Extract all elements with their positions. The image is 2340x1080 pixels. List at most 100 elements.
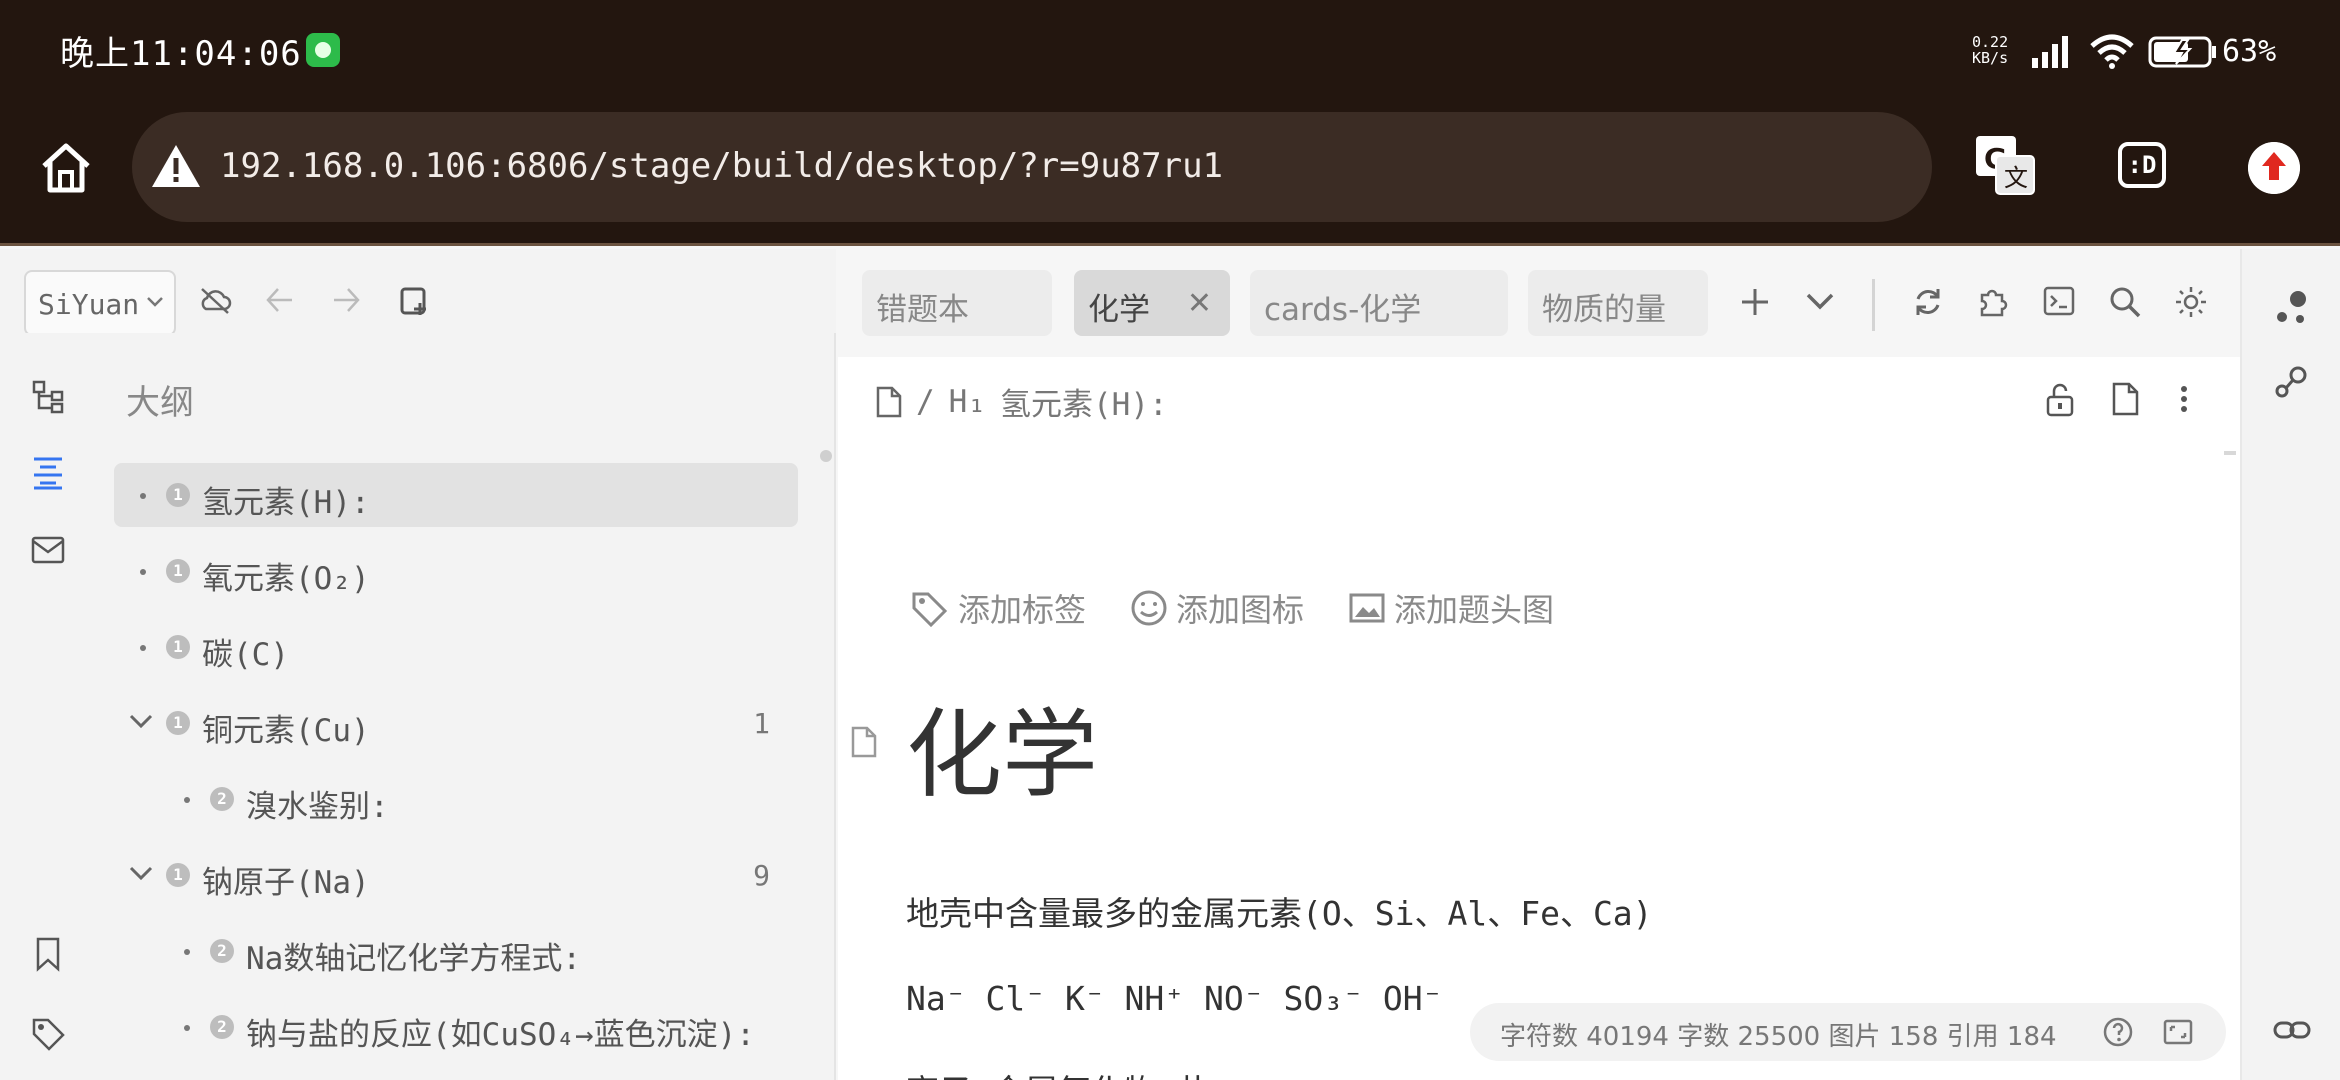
add-icon-button[interactable]: 添加图标: [1130, 585, 1304, 631]
new-doc-icon[interactable]: [398, 285, 430, 317]
close-icon[interactable]: ✕: [1187, 286, 1212, 321]
sync-icon[interactable]: [1912, 285, 1944, 319]
outline-item[interactable]: 2 钠与盐的反应(如CuSO₄→蓝色沉淀):: [114, 995, 798, 1059]
add-tag-label: 添加标签: [958, 591, 1087, 629]
url-text[interactable]: 192.168.0.106:6806/stage/build/desktop/?…: [220, 146, 1223, 186]
more-vertical-icon[interactable]: [2178, 381, 2190, 417]
tab-label: 物质的量: [1542, 292, 1666, 328]
chevron-down-icon[interactable]: [1804, 289, 1836, 313]
file-tree-icon[interactable]: [27, 375, 69, 417]
outline-item-label: 碳(C): [202, 637, 289, 673]
graph-view-icon[interactable]: [2272, 287, 2312, 327]
outline-item-label: Na数轴记忆化学方程式:: [246, 941, 581, 977]
outline-item-label: 氢元素(H):: [202, 485, 370, 521]
bookmark-icon[interactable]: [27, 933, 69, 975]
chevron-down-icon[interactable]: [128, 711, 154, 731]
panel-resize-handle[interactable]: [820, 450, 832, 462]
image-icon: [1349, 593, 1385, 623]
breadcrumb-heading-level: H₁: [948, 383, 986, 420]
outline-item[interactable]: 1 铜元素(Cu) 1: [114, 691, 798, 755]
plus-icon[interactable]: [1738, 285, 1772, 319]
breadcrumb-separator: /: [916, 383, 935, 420]
chevron-down-icon: [147, 297, 163, 307]
battery-percent: 63%: [2222, 34, 2277, 69]
status-counts: 字符数 40194 字数 25500 图片 158 引用 184: [1470, 1003, 2226, 1061]
back-arrow-icon[interactable]: [264, 285, 296, 315]
doc-icon[interactable]: [850, 725, 878, 759]
outline-item[interactable]: 1 氢元素(H):: [114, 463, 798, 527]
right-dock: [2240, 249, 2340, 1080]
terminal-icon[interactable]: [2042, 285, 2076, 317]
doc-actions: 添加标签 添加图标 添加题头图: [910, 585, 1554, 631]
outline-item-count: 1: [753, 707, 770, 740]
network-speed-unit: KB/s: [1972, 49, 2009, 67]
search-icon[interactable]: [2108, 285, 2142, 319]
emoji-icon: [1131, 590, 1167, 626]
help-icon[interactable]: [2102, 1016, 2134, 1048]
paragraph[interactable]: 地壳中含量最多的金属元素(O、Si、Al、Fe、Ca): [906, 887, 1653, 935]
outline-item[interactable]: 1 钠原子(Na) 9: [114, 843, 798, 907]
workspace-select[interactable]: SiYuan: [24, 270, 176, 336]
outline-item-count: 9: [753, 859, 770, 892]
fullscreen-icon[interactable]: [2162, 1016, 2194, 1048]
add-cover-button[interactable]: 添加题头图: [1348, 585, 1554, 631]
wifi-icon: [2090, 34, 2134, 69]
cloud-off-icon[interactable]: [198, 285, 232, 315]
tab-item-active[interactable]: 化学 ✕: [1074, 270, 1230, 336]
bullet-dot: [184, 949, 190, 955]
outline-item-label: 铜元素(Cu): [202, 713, 370, 749]
address-bar[interactable]: 192.168.0.106:6806/stage/build/desktop/?…: [132, 112, 1932, 222]
forward-arrow-icon[interactable]: [330, 285, 362, 315]
add-icon-label: 添加图标: [1176, 591, 1305, 629]
heading-level-badge: 2: [210, 1015, 234, 1039]
editor-scroll-indicator: [2224, 451, 2236, 455]
tag-icon[interactable]: [27, 1013, 69, 1055]
outline-item[interactable]: 1 氧元素(O₂): [114, 539, 798, 603]
paragraph[interactable]: Na⁻ Cl⁻ K⁻ NH⁺ NO⁻ SO₃⁻ OH⁻: [906, 979, 1442, 1018]
tag-icon: [912, 592, 948, 628]
extension-button[interactable]: :D: [2118, 142, 2166, 188]
breadcrumb: / H₁ 氢元素(H):: [874, 379, 1168, 424]
outline-item[interactable]: 1 碳(C): [114, 615, 798, 679]
outline-icon[interactable]: [27, 451, 69, 493]
tab-item[interactable]: 错题本: [862, 270, 1052, 336]
outline-item-label: 溴水鉴别:: [246, 789, 389, 825]
doc-info-icon[interactable]: [2110, 381, 2140, 417]
signal-icon: [2032, 36, 2068, 68]
inbox-icon[interactable]: [27, 529, 69, 571]
outline-item[interactable]: 2 Na数轴记忆化学方程式:: [114, 919, 798, 983]
heading-level-badge: 2: [210, 939, 234, 963]
unlock-icon[interactable]: [2044, 381, 2076, 417]
heading-level-badge: 2: [210, 787, 234, 811]
theme-sun-icon[interactable]: [2174, 285, 2208, 319]
tab-item[interactable]: cards-化学: [1250, 270, 1508, 336]
doc-title[interactable]: 化学: [906, 677, 1098, 816]
bullet-dot: [184, 1025, 190, 1031]
doc-stats: 字符数 40194 字数 25500 图片 158 引用 184: [1500, 1022, 2057, 1052]
tab-bar: 错题本 化学 ✕ cards-化学 物质的量: [838, 249, 2240, 357]
global-graph-icon[interactable]: [2272, 363, 2312, 403]
tab-item[interactable]: 物质的量: [1528, 270, 1708, 336]
plugin-icon[interactable]: [1976, 285, 2010, 319]
heading-level-badge: 1: [166, 635, 190, 659]
home-icon[interactable]: [38, 140, 94, 196]
outline-title: 大纲: [126, 383, 194, 423]
svg-text:文: 文: [2004, 164, 2028, 192]
paragraph[interactable]: 离子 金属氧化物 盐: [906, 1065, 1210, 1080]
add-tag-button[interactable]: 添加标签: [910, 585, 1086, 631]
outline-item-label: 氧元素(O₂): [202, 561, 370, 597]
warning-icon[interactable]: [150, 142, 202, 190]
add-cover-label: 添加题头图: [1394, 591, 1555, 629]
breadcrumb-heading[interactable]: 氢元素(H):: [1000, 379, 1168, 424]
chevron-down-icon[interactable]: [128, 863, 154, 883]
outline-item[interactable]: 2 溴水鉴别:: [114, 767, 798, 831]
left-dock: [0, 333, 96, 1080]
upload-icon[interactable]: [2248, 142, 2300, 194]
doc-icon[interactable]: [874, 386, 902, 418]
link-icon[interactable]: [2272, 1015, 2312, 1045]
outline-item-label: 钠原子(Na): [202, 865, 370, 901]
bullet-dot: [140, 493, 146, 499]
bullet-dot: [140, 645, 146, 651]
translate-icon[interactable]: G 文: [1974, 134, 2036, 196]
browser-bar: 192.168.0.106:6806/stage/build/desktop/?…: [0, 104, 2340, 246]
